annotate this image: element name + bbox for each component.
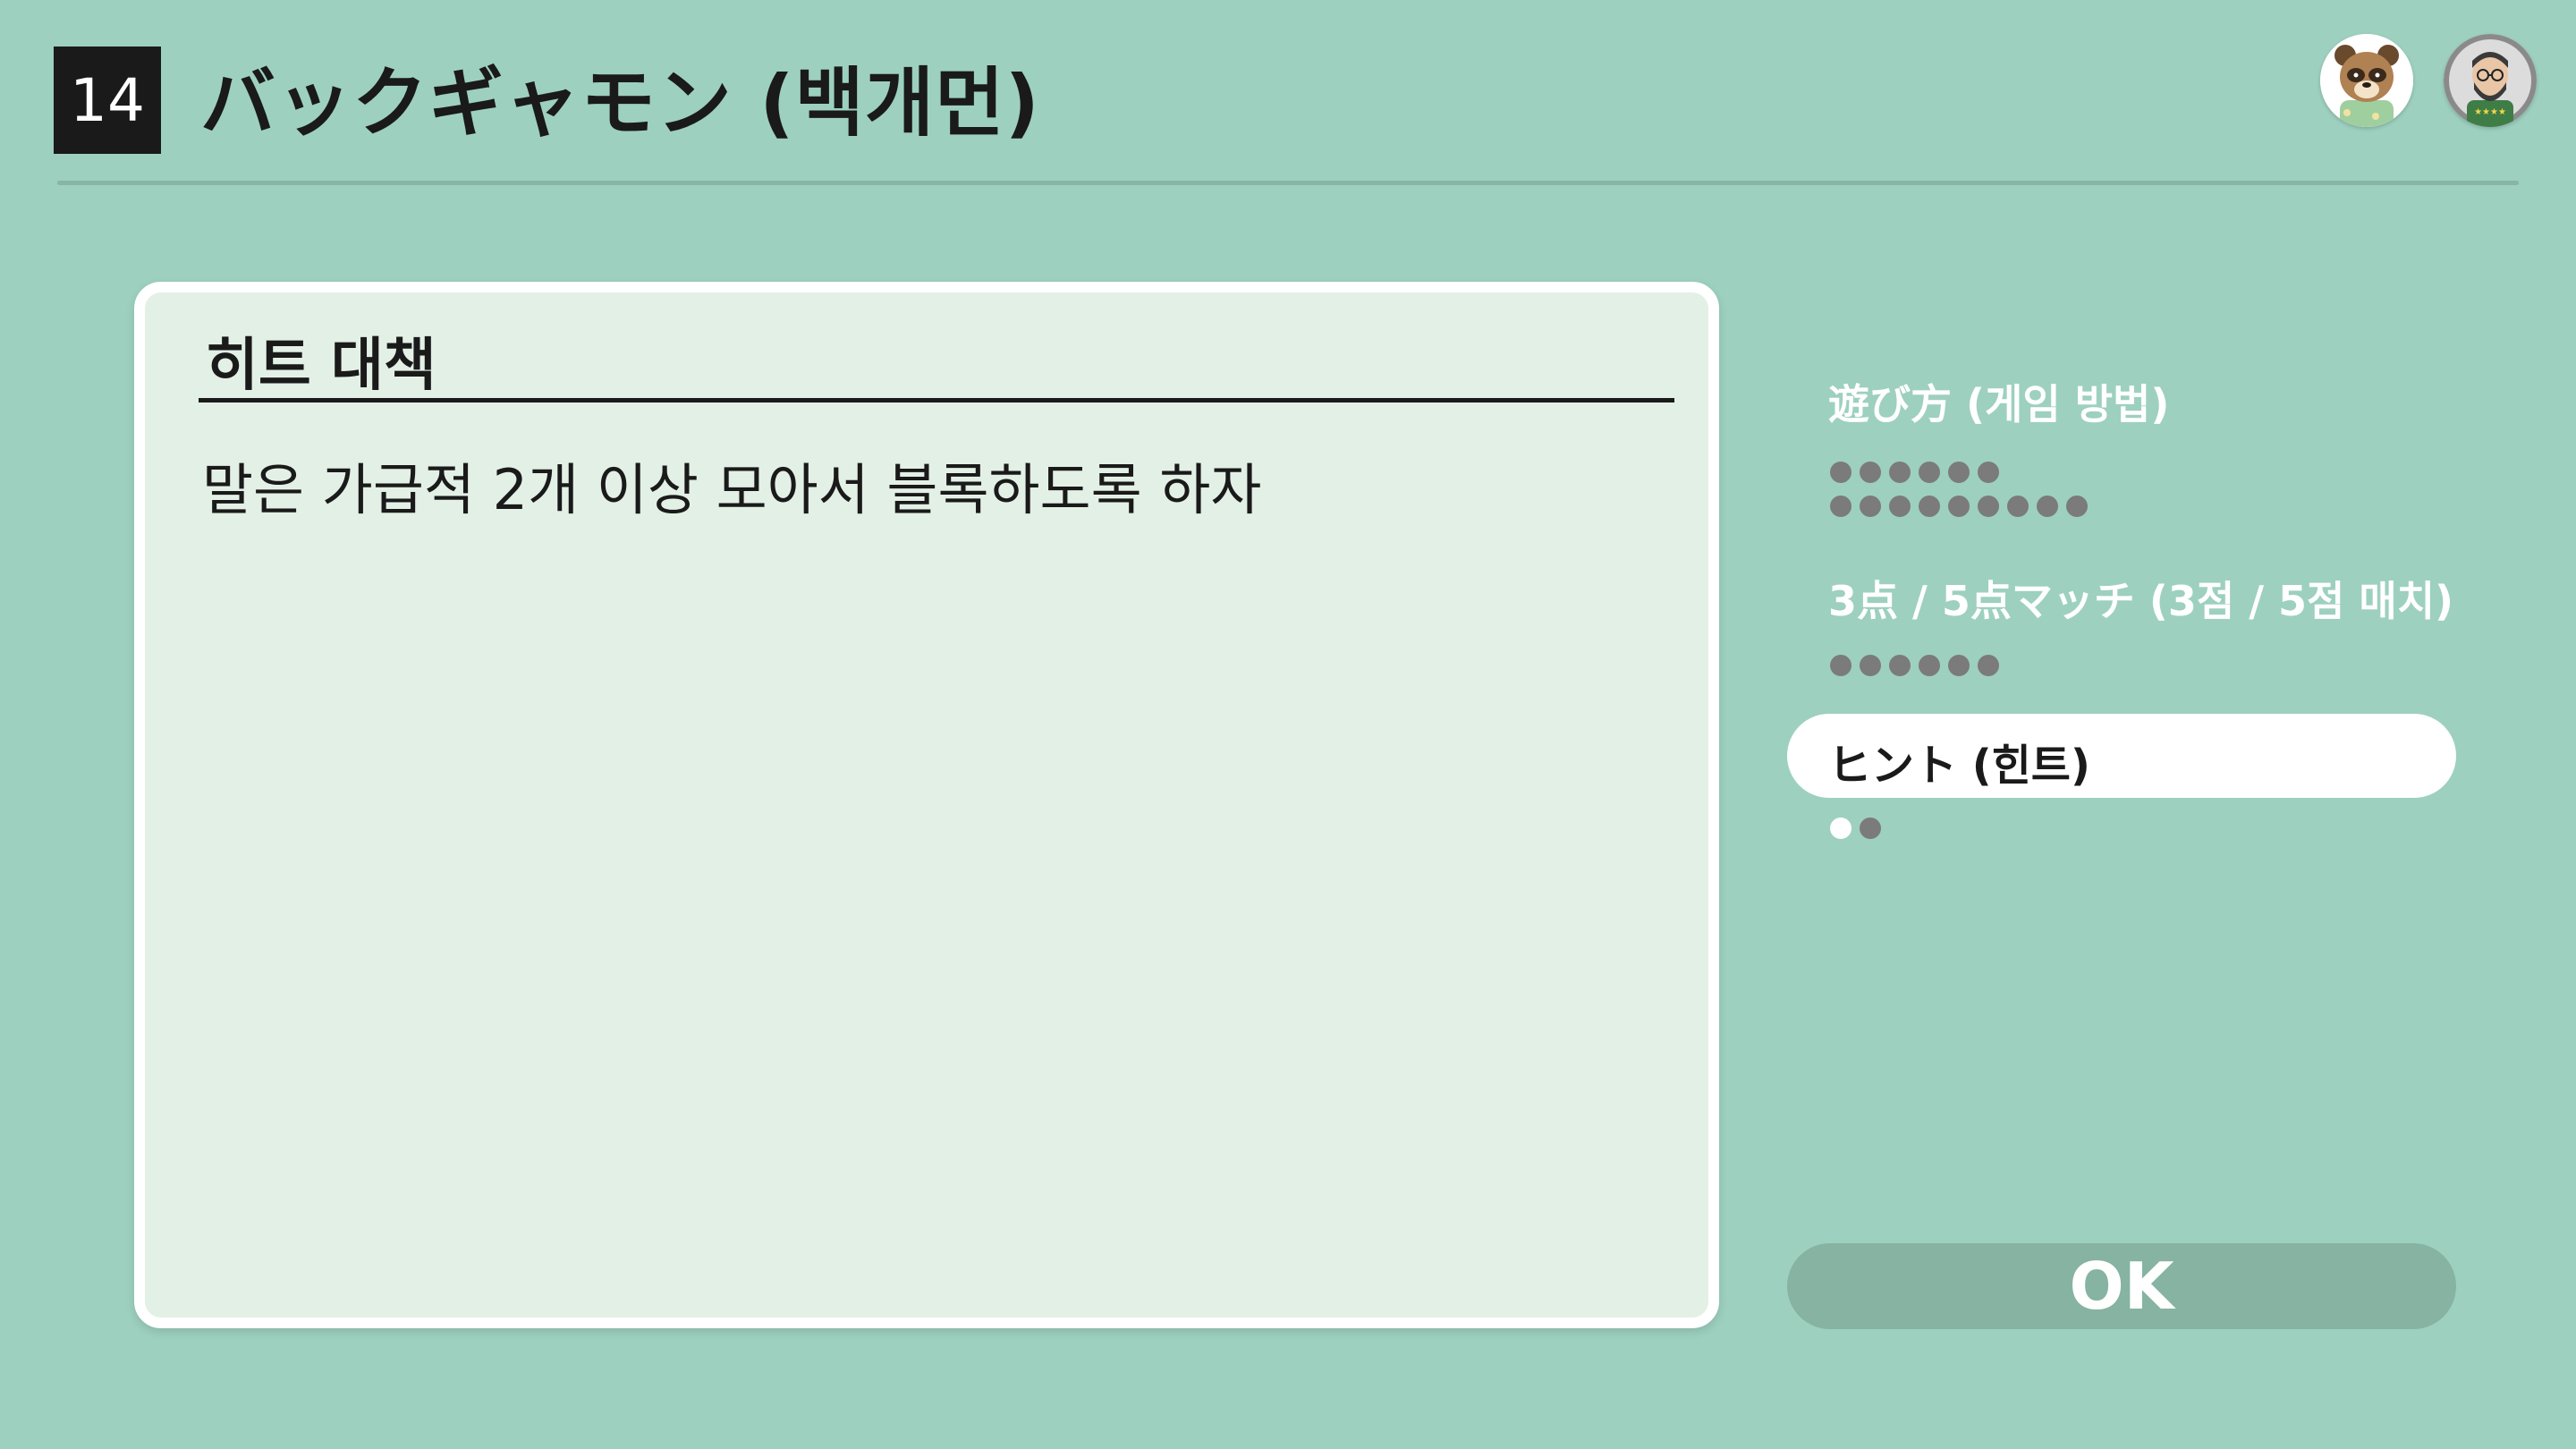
hint-title: 히트 대책 [206, 333, 436, 399]
hint-title-underline [199, 398, 1674, 402]
page-dot [1830, 655, 1852, 676]
page-dot [2007, 496, 2029, 517]
ok-button[interactable]: OK [1787, 1243, 2456, 1329]
page-dot [1919, 496, 1940, 517]
header: 14 バックギャモン (백개먼) ★★★★ [0, 0, 2576, 188]
page-dot [1889, 496, 1911, 517]
hint-panel: 히트 대책 말은 가급적 2개 이상 모아서 블록하도록 하자 [134, 282, 1719, 1328]
page-dot-current [1830, 818, 1852, 839]
page-dot [1978, 655, 1999, 676]
page-dot [1948, 655, 1970, 676]
page-dot [1978, 496, 1999, 517]
svg-text:★★★★: ★★★★ [2474, 107, 2506, 117]
hint-text: 말은 가급적 2개 이상 모아서 블록하도록 하자 [202, 457, 1262, 522]
page-dot [1919, 655, 1940, 676]
page-dot [1860, 496, 1881, 517]
page-dot [1830, 496, 1852, 517]
bearded-man-avatar-icon[interactable]: ★★★★ [2444, 34, 2537, 127]
page-dots-how-to-play-row-1 [1830, 462, 1999, 483]
page-dot [1860, 462, 1881, 483]
menu-item-point-match[interactable]: 3点 / 5点マッチ (3점 / 5점 매치) [1828, 569, 2453, 628]
header-divider [57, 181, 2519, 185]
page-dot [1830, 462, 1852, 483]
page-dot [2037, 496, 2058, 517]
game-number-badge: 14 [54, 47, 161, 154]
page-dot [1889, 655, 1911, 676]
page-dot [2066, 496, 2088, 517]
menu-item-hint[interactable]: ヒント (힌트) [1828, 730, 2090, 792]
game-title: バックギャモン (백개먼) [200, 59, 1040, 147]
page-dot [1860, 818, 1881, 839]
page-dots-hint [1830, 818, 1881, 839]
page-dot [1978, 462, 1999, 483]
page-dot [1919, 462, 1940, 483]
page-dot [1948, 496, 1970, 517]
page-dots-point-match [1830, 655, 1999, 676]
page-dot [1948, 462, 1970, 483]
page-dot [1889, 462, 1911, 483]
menu-item-how-to-play[interactable]: 遊び方 (게임 방법) [1828, 372, 2169, 431]
raccoon-avatar-icon[interactable] [2320, 34, 2413, 127]
page-dot [1860, 655, 1881, 676]
page-dots-how-to-play-row-2 [1830, 496, 2088, 517]
